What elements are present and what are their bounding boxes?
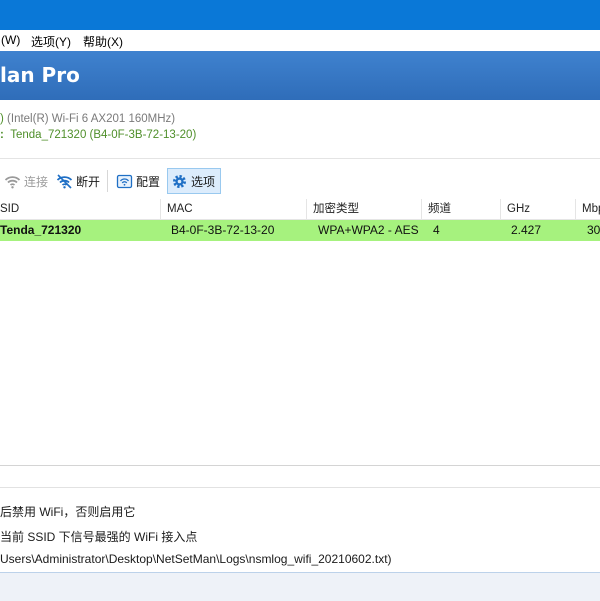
disconnect-button[interactable]: 断开 [53,168,103,194]
adapter-info-panel: ) (Intel(R) Wi-Fi 6 AX201 160MHz) : Tend… [0,100,600,158]
cell-channel: 4 [433,223,440,237]
cell-mbps: 30 [587,223,600,237]
connect-button[interactable]: 连接 [1,168,51,194]
column-header-ssid[interactable]: SID [0,199,161,219]
menu-help[interactable]: 帮助(X) [83,33,123,50]
cell-ssid: Tenda_721320 [0,223,82,237]
log-path: Users\Administrator\Desktop\NetSetMan\Lo… [0,552,392,566]
column-header-ghz[interactable]: GHz [501,199,576,219]
disconnect-label: 断开 [76,174,101,189]
options-label: 选项 [191,174,216,189]
table-row[interactable]: Tenda_721320 B4-0F-3B-72-13-20 WPA+WPA2 … [0,220,600,241]
toolbar-divider [107,170,108,192]
app-title: lan Pro [0,63,80,87]
app-banner: lan Pro [0,51,600,100]
table-bottom-border [0,465,600,466]
toolbar: 连接 断开 配置 选项 [0,159,600,199]
table-header: SID MAC 加密类型 频道 GHz Mbp [0,199,600,220]
window-title-bar[interactable] [0,0,600,30]
log-line: 后禁用 WiFi，否则启用它 [0,505,136,519]
log-line: 当前 SSID 下信号最强的 WiFi 接入点 [0,530,198,544]
wifi-icon [4,175,21,188]
cell-ghz: 2.427 [511,223,542,237]
status-bar [0,572,600,601]
menu-options[interactable]: 选项(Y) [31,33,71,50]
wifi-network-table: SID MAC 加密类型 频道 GHz Mbp Tenda_721320 B4-… [0,199,600,467]
column-header-channel[interactable]: 频道 [422,199,501,219]
adapter-name: ) (Intel(R) Wi-Fi 6 AX201 160MHz) [0,113,176,125]
profile-settings-icon [116,174,133,188]
cell-encryption: WPA+WPA2 - AES [318,223,419,237]
options-button[interactable]: 选项 [167,168,221,194]
cell-mac: B4-0F-3B-72-13-20 [171,223,275,237]
connect-label: 连接 [24,174,49,189]
log-panel: 后禁用 WiFi，否则启用它 当前 SSID 下信号最强的 WiFi 接入点 U… [0,487,600,574]
menu-window[interactable]: (W) [1,33,20,47]
menu-bar: (W) 选项(Y) 帮助(X) [0,30,600,51]
profile-label: 配置 [136,174,161,189]
column-header-mac[interactable]: MAC [161,199,307,219]
wifi-off-icon [56,173,73,189]
current-connection: : Tenda_721320 (B4-0F-3B-72-13-20) [0,129,197,141]
gear-icon [173,174,186,188]
profile-button[interactable]: 配置 [113,168,163,194]
column-header-mbps[interactable]: Mbp [576,199,600,219]
column-header-encryption[interactable]: 加密类型 [307,199,422,219]
